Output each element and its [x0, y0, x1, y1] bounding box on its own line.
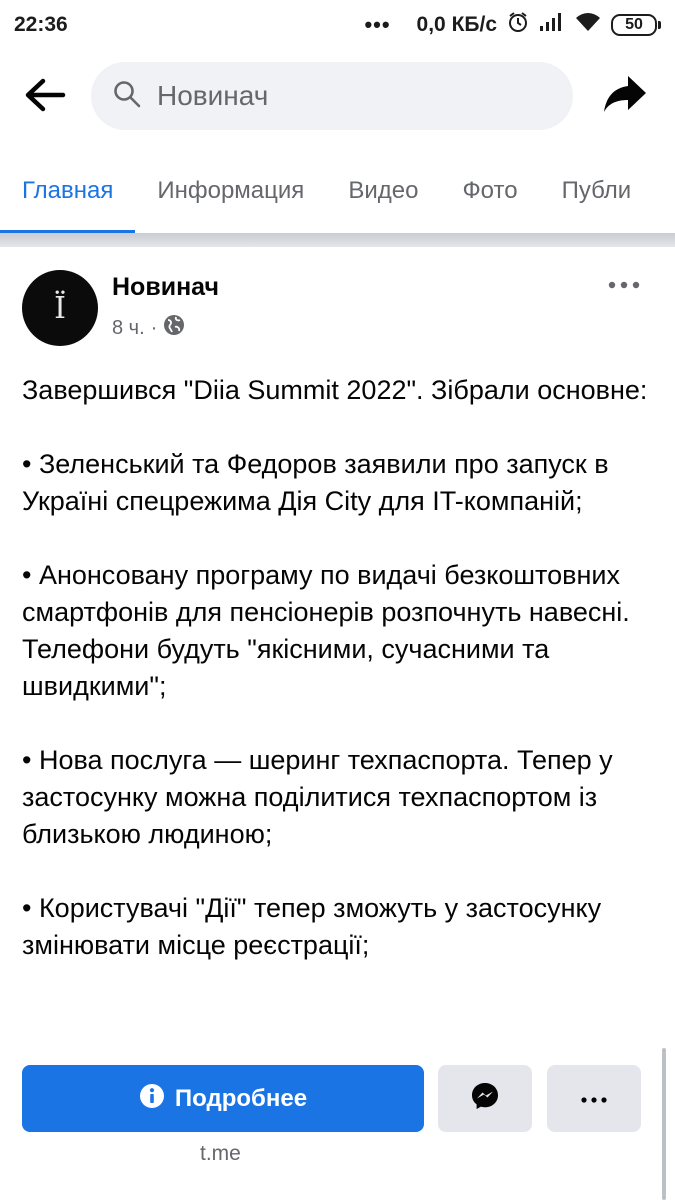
status-time: 22:36 [14, 13, 68, 36]
network-speed: 0,0 КБ/с [416, 13, 497, 36]
avatar[interactable]: Ї [22, 270, 98, 346]
tab-publications[interactable]: Публи [540, 150, 654, 234]
back-arrow-icon [23, 77, 67, 118]
notification-dots: ••• [364, 12, 391, 37]
alarm-icon [507, 11, 529, 39]
status-bar: 22:36 ••• 0,0 КБ/с 50 [0, 0, 675, 50]
post-options-icon[interactable] [604, 272, 644, 298]
more-details-button[interactable]: Подробнее [22, 1065, 424, 1132]
tab-video[interactable]: Видео [326, 150, 440, 234]
globe-icon [163, 314, 185, 342]
avatar-letter: Ї [54, 290, 66, 326]
search-icon [113, 80, 141, 113]
post-text: Завершився "Diia Summit 2022". Зібрали о… [22, 375, 648, 960]
link-action-bar: Подробнее t.me [0, 1048, 675, 1200]
page-tabs: Главная Информация Видео Фото Публи [0, 150, 675, 234]
share-button[interactable] [595, 66, 655, 126]
search-text: Новинач [157, 80, 269, 111]
meta-separator: · [150, 316, 158, 339]
more-options-button[interactable] [547, 1065, 641, 1132]
tab-photo[interactable]: Фото [440, 150, 539, 234]
signal-icon [539, 12, 565, 38]
messenger-icon [470, 1081, 500, 1116]
tab-info[interactable]: Информация [135, 150, 326, 234]
messenger-button[interactable] [438, 1065, 532, 1132]
post-body: Завершився "Diia Summit 2022". Зібрали о… [22, 372, 654, 1044]
share-icon [602, 74, 648, 119]
search-field[interactable]: Новинач [91, 62, 573, 130]
post-time[interactable]: 8 ч. [112, 317, 145, 340]
battery-icon: 50 [611, 14, 661, 36]
link-domain: t.me [200, 1142, 241, 1165]
more-icon [581, 1090, 607, 1108]
info-icon [139, 1083, 165, 1114]
post-author[interactable]: Новинач [112, 273, 219, 302]
page-header: Новинач [0, 58, 675, 136]
section-divider [0, 233, 675, 247]
post-meta: 8 ч. · [112, 314, 185, 342]
status-icons: ••• 0,0 КБ/с 50 [364, 11, 661, 39]
wifi-icon [575, 12, 601, 38]
battery-level: 50 [611, 14, 657, 36]
more-details-label: Подробнее [174, 1084, 308, 1112]
tab-home[interactable]: Главная [0, 150, 136, 234]
scrollbar[interactable] [662, 1048, 666, 1200]
back-button[interactable] [0, 58, 90, 136]
